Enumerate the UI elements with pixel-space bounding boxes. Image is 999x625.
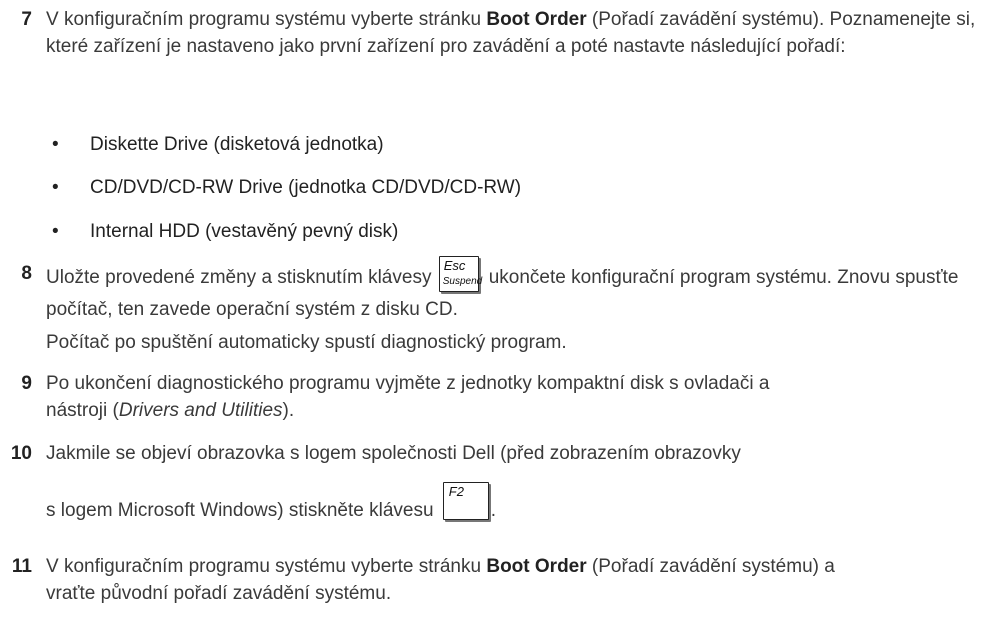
- step-text: Po ukončení diagnostického programu vyjm…: [46, 373, 770, 421]
- boot-order-label: Boot Order: [486, 9, 587, 30]
- drivers-utilities-label: Drivers and Utilities: [118, 400, 283, 421]
- step-number: 10: [10, 443, 32, 464]
- step-text: s logem Microsoft Windows) stiskněte klá…: [46, 482, 497, 522]
- step-number: 8: [21, 263, 32, 284]
- note-text: Počítač po spuštění automaticky spustí d…: [46, 332, 567, 353]
- bullet-icon: •: [52, 221, 59, 242]
- step-number: 9: [21, 373, 32, 394]
- bullet-icon: •: [52, 134, 59, 155]
- step-text: Jakmile se objeví obrazovka s logem spol…: [46, 443, 741, 464]
- boot-order-label: Boot Order: [486, 556, 587, 577]
- step-text: V konfiguračním programu systému vyberte…: [46, 556, 835, 604]
- esc-key-icon: Esc Suspend: [438, 256, 482, 292]
- step-number: 11: [11, 556, 32, 577]
- f2-key-icon: F2: [442, 482, 489, 520]
- step-number: 7: [21, 9, 32, 30]
- step-text: V konfiguračním programu systému vyberte…: [46, 9, 976, 57]
- bullet-icon: •: [52, 177, 59, 198]
- step-text: Uložte provedené změny a stisknutím kláv…: [46, 256, 959, 320]
